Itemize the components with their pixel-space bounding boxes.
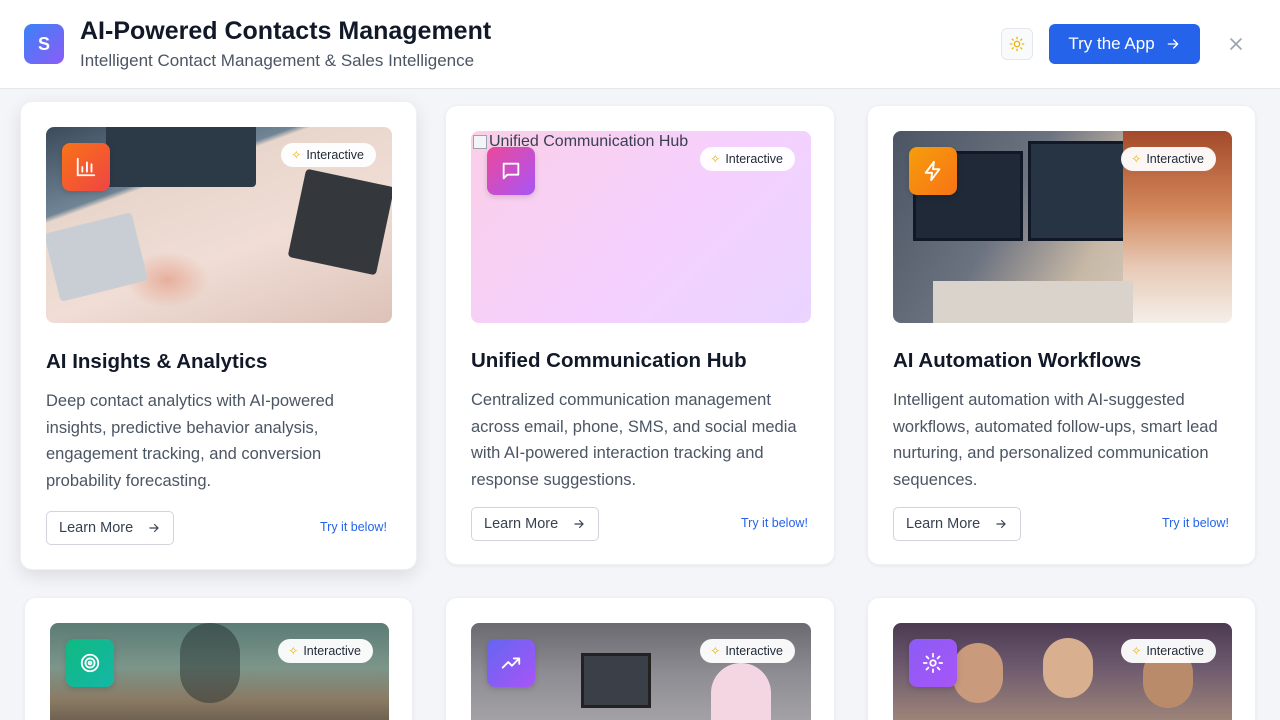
page-title: AI-Powered Contacts Management	[80, 17, 492, 45]
interactive-badge: ✧ Interactive	[278, 639, 373, 663]
app-logo: S	[24, 24, 64, 64]
sparkle-icon: ✧	[710, 152, 721, 166]
target-icon-tile	[66, 639, 114, 687]
lightning-icon	[924, 160, 941, 182]
try-it-below-link[interactable]: Try it below!	[320, 520, 387, 534]
interactive-badge: ✧ Interactive	[700, 639, 795, 663]
learn-more-button[interactable]: Learn More	[893, 507, 1022, 541]
message-square-icon-tile	[487, 147, 535, 195]
card-title: AI Automation Workflows	[893, 349, 1142, 372]
interactive-badge: ✧ Interactive	[1121, 639, 1216, 663]
interactive-badge: ✧ Interactive	[700, 147, 795, 171]
bar-chart-icon-tile	[62, 143, 110, 191]
feature-card-6[interactable]: ✧ Interactive	[867, 597, 1256, 720]
app-header: S AI-Powered Contacts Management Intelli…	[0, 0, 1280, 89]
card-image: ✧ Interactive	[50, 623, 389, 720]
close-icon	[1230, 38, 1242, 50]
feature-card-ai-insights[interactable]: ✧ Interactive AI Insights & Analytics De…	[20, 101, 417, 570]
learn-more-button[interactable]: Learn More	[46, 511, 175, 545]
target-icon	[80, 653, 100, 673]
gear-icon-tile	[909, 639, 957, 687]
close-button[interactable]	[1224, 32, 1248, 56]
card-image: ✧ Interactive	[471, 623, 811, 720]
arrow-right-icon	[1167, 39, 1178, 49]
message-square-icon	[502, 162, 520, 180]
feature-card-communication-hub[interactable]: Unified Communication Hub ✧ Interactive …	[445, 105, 835, 565]
trending-up-icon	[501, 657, 521, 669]
lightning-icon-tile	[909, 147, 957, 195]
try-it-below-link[interactable]: Try it below!	[741, 516, 808, 530]
try-app-button[interactable]: Try the App	[1049, 24, 1200, 64]
card-title: Unified Communication Hub	[471, 349, 747, 372]
bar-chart-icon	[76, 157, 96, 177]
arrow-right-icon	[574, 519, 584, 529]
feature-card-4[interactable]: ✧ Interactive	[24, 597, 413, 720]
sparkle-icon: ✧	[291, 148, 302, 162]
theme-toggle-button[interactable]	[1001, 28, 1033, 60]
feature-card-5[interactable]: ✧ Interactive	[445, 597, 835, 720]
arrow-right-icon	[149, 523, 159, 533]
card-image: ✧ Interactive	[893, 131, 1232, 323]
card-image: Unified Communication Hub ✧ Interactive	[471, 131, 811, 323]
page-subtitle: Intelligent Contact Management & Sales I…	[80, 51, 475, 70]
sparkle-icon: ✧	[288, 644, 299, 658]
arrow-right-icon	[996, 519, 1006, 529]
try-app-label: Try the App	[1068, 34, 1155, 53]
gear-icon	[922, 652, 944, 674]
sparkle-icon: ✧	[1131, 152, 1142, 166]
interactive-badge: ✧ Interactive	[281, 143, 376, 167]
card-image: ✧ Interactive	[893, 623, 1232, 720]
try-it-below-link[interactable]: Try it below!	[1162, 516, 1229, 530]
trending-up-icon-tile	[487, 639, 535, 687]
card-title: AI Insights & Analytics	[46, 350, 268, 373]
card-description: Intelligent automation with AI-suggested…	[893, 391, 1218, 489]
sparkle-icon: ✧	[710, 644, 721, 658]
card-image: ✧ Interactive	[46, 127, 392, 323]
card-description: Deep contact analytics with AI-powered i…	[46, 392, 334, 490]
feature-card-automation-workflows[interactable]: ✧ Interactive AI Automation Workflows In…	[867, 105, 1256, 565]
card-description: Centralized communication management acr…	[471, 391, 797, 489]
learn-more-button[interactable]: Learn More	[471, 507, 600, 541]
sparkle-icon: ✧	[1131, 644, 1142, 658]
sun-icon	[1009, 36, 1025, 52]
interactive-badge: ✧ Interactive	[1121, 147, 1216, 171]
